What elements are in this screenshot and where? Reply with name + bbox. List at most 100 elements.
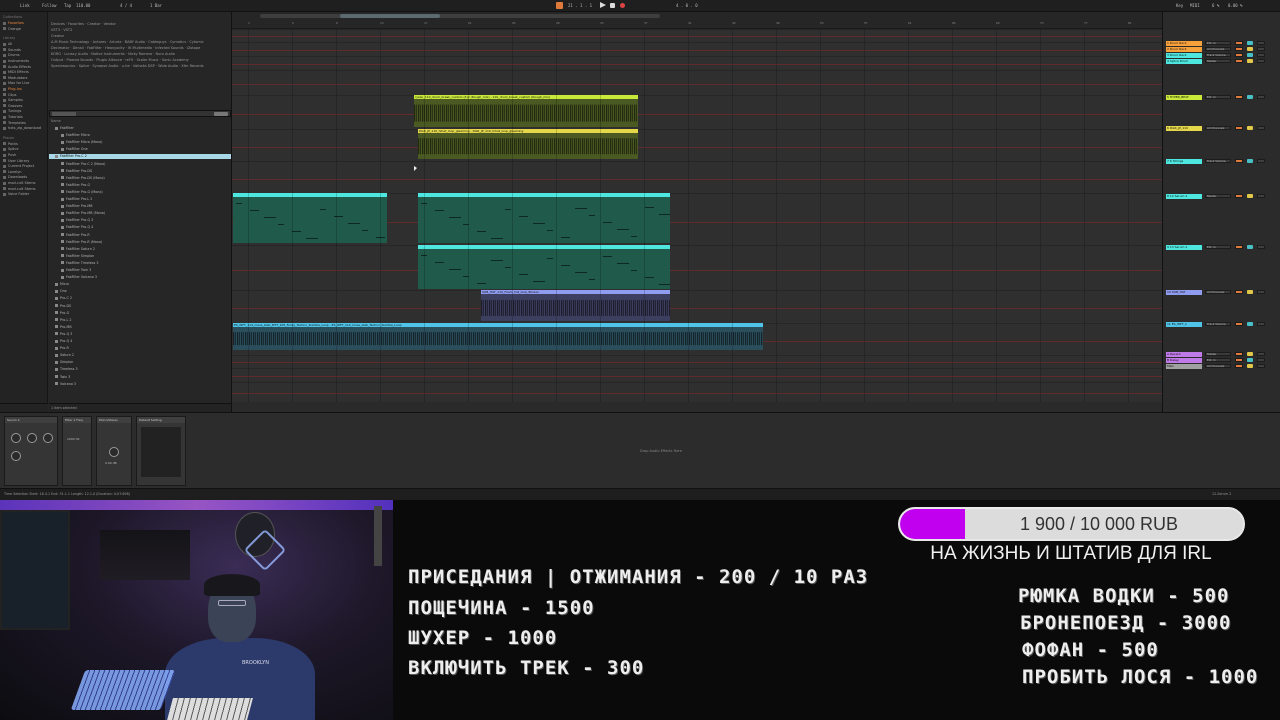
midi-note[interactable]: [250, 210, 259, 211]
midi-note[interactable]: [589, 215, 595, 216]
automation-line[interactable]: [232, 308, 1162, 310]
file-list-item[interactable]: One: [55, 289, 67, 294]
tempo-field[interactable]: 110.00: [76, 3, 90, 8]
utility-device[interactable]: Mono/Stereo 0.00 dB: [96, 416, 132, 486]
file-list-item[interactable]: Timeless 3: [55, 367, 78, 372]
track-header[interactable]: 8 12 Serum 2: [1166, 194, 1202, 199]
input-type-select[interactable]: Track Volume: [1205, 159, 1231, 163]
file-list-item[interactable]: Volcano 3: [55, 382, 76, 387]
sidebar-item[interactable]: Samples: [3, 98, 23, 103]
file-list-item[interactable]: Simplon: [55, 360, 73, 365]
arrangement-view[interactable]: 1 5 9 13 17 21 25 29 33 37 41 45 49 53 57 61 65 69 73 77 81 …: [232, 12, 1162, 402]
midi-note[interactable]: [362, 230, 368, 231]
midi-note[interactable]: [631, 270, 637, 271]
default-device[interactable]: Default Setting: [136, 416, 186, 486]
column-header-name[interactable]: Name: [51, 119, 61, 124]
track-activator-button[interactable]: [1235, 364, 1243, 368]
track-activator-button[interactable]: [1235, 126, 1243, 130]
file-list-item[interactable]: FabFilter Pro-Q 3: [61, 218, 93, 223]
file-list-item[interactable]: FabFilter Pro-Q 4: [61, 225, 93, 230]
midi-note[interactable]: [306, 238, 318, 239]
status-selected-track[interactable]: 12-Serum 2: [1212, 492, 1231, 496]
sidebar-item[interactable]: Clips: [3, 93, 16, 98]
volume-field[interactable]: [1257, 53, 1265, 57]
midi-note[interactable]: [348, 223, 360, 224]
midi-map-button[interactable]: MIDI: [1190, 3, 1200, 8]
tag-row[interactable]: Output · Plasma Sounds · Plugin Alliance…: [51, 58, 189, 62]
input-type-select[interactable]: All Channels: [1205, 364, 1231, 368]
track-header[interactable]: 6 DGR_JP_110: [1166, 126, 1202, 131]
volume-field[interactable]: [1257, 322, 1265, 326]
file-list-item[interactable]: Pro-C 2: [55, 296, 72, 301]
input-type-select[interactable]: All Channels: [1205, 47, 1231, 51]
gain-knob[interactable]: [109, 447, 119, 457]
solo-button[interactable]: [1247, 159, 1253, 163]
file-list-item[interactable]: FabFilter Pro-G: [61, 183, 90, 188]
file-list-item[interactable]: FabFilter Pro-R: [61, 233, 90, 238]
track-header[interactable]: 1 Drum Rack: [1166, 41, 1202, 46]
tag-row[interactable]: VST3 · VST2: [51, 28, 72, 32]
sidebar-item[interactable]: User Library: [3, 159, 29, 164]
file-list-item[interactable]: FabFilter Pro-C 2 (Mono): [61, 162, 105, 167]
loop-length-field[interactable]: 4 . 0 . 0: [676, 3, 698, 8]
sidebar-item[interactable]: Favorites: [3, 21, 24, 26]
audio-clip[interactable]: ryzen_110_drum_break_custom (4)2 (Rough_…: [414, 95, 638, 127]
midi-note[interactable]: [435, 262, 444, 263]
input-type-select[interactable]: Ext. In: [1205, 41, 1231, 45]
input-type-select[interactable]: All Channels: [1205, 126, 1231, 130]
solo-button[interactable]: [1247, 41, 1253, 45]
input-type-select[interactable]: Master: [1205, 352, 1231, 356]
midi-note[interactable]: [631, 236, 637, 237]
midi-note[interactable]: [547, 230, 553, 231]
volume-field[interactable]: [1257, 245, 1265, 249]
midi-note[interactable]: [435, 210, 444, 211]
midi-note[interactable]: [449, 217, 461, 218]
midi-note[interactable]: [477, 283, 486, 284]
file-list-item[interactable]: Micro: [55, 282, 69, 287]
overview-scrollbar[interactable]: [260, 14, 660, 18]
track-activator-button[interactable]: [1235, 41, 1243, 45]
sidebar-item[interactable]: Packs: [3, 142, 18, 147]
input-type-select[interactable]: All Channels: [1205, 290, 1231, 294]
audio-clip[interactable]: DGR_JP_110_hihat_loop_gleaming - DGR_JP_…: [418, 129, 638, 159]
file-list-item[interactable]: FabFilter Volcano 3: [61, 275, 97, 280]
midi-clip[interactable]: [418, 245, 670, 289]
midi-note[interactable]: [292, 231, 301, 232]
sidebar-item[interactable]: Downloads: [3, 175, 27, 180]
automation-line[interactable]: [232, 269, 1162, 271]
tag-row[interactable]: Decimator · Denali · FabFilter · Heavyoc…: [51, 46, 200, 50]
midi-note[interactable]: [659, 284, 670, 285]
midi-note[interactable]: [533, 281, 545, 282]
tag-row[interactable]: KORG · Lunacy Audio · Native Instruments…: [51, 52, 175, 56]
volume-field[interactable]: [1257, 41, 1265, 45]
track-activator-button[interactable]: [1235, 322, 1243, 326]
solo-button[interactable]: [1247, 95, 1253, 99]
volume-field[interactable]: [1257, 47, 1265, 51]
automation-line[interactable]: [232, 49, 1162, 51]
track-activator-button[interactable]: [1235, 358, 1243, 362]
play-icon[interactable]: [600, 2, 606, 8]
midi-note[interactable]: [505, 209, 511, 210]
file-list-item[interactable]: Saturn 2: [55, 353, 74, 358]
key-map-button[interactable]: Key: [1176, 3, 1183, 8]
solo-button[interactable]: [1247, 47, 1253, 51]
macro-knob[interactable]: [11, 451, 21, 461]
file-list-item[interactable]: Twin 3: [55, 375, 70, 380]
track-header[interactable]: 11 ES_WFT_1: [1166, 322, 1202, 327]
tag-row[interactable]: Devices · Favorites · Creator · Vendor: [51, 22, 116, 26]
track-header[interactable]: 10 SOB_HAT: [1166, 290, 1202, 295]
sidebar-item[interactable]: Modulators: [3, 76, 28, 81]
macro-knob[interactable]: [43, 433, 53, 443]
solo-button[interactable]: [1247, 364, 1253, 368]
sidebar-item[interactable]: Instruments: [3, 59, 29, 64]
volume-field[interactable]: [1257, 59, 1265, 63]
track-header[interactable]: 7 6 Strings: [1166, 159, 1202, 164]
track-header[interactable]: A Reverb: [1166, 352, 1202, 357]
midi-note[interactable]: [561, 237, 570, 238]
automation-line[interactable]: [232, 362, 1162, 364]
quantize-menu[interactable]: 1 Bar: [150, 3, 162, 8]
sidebar-item[interactable]: mod.cult Stems: [3, 181, 35, 186]
sidebar-item[interactable]: Tunings: [3, 109, 21, 114]
beat-ruler[interactable]: 1 5 9 13 17 21 25 29 33 37 41 45 49 53 57 61 65 69 73 77 81: [232, 12, 1162, 29]
file-list-item[interactable]: FabFilter Timeless 3: [61, 261, 99, 266]
